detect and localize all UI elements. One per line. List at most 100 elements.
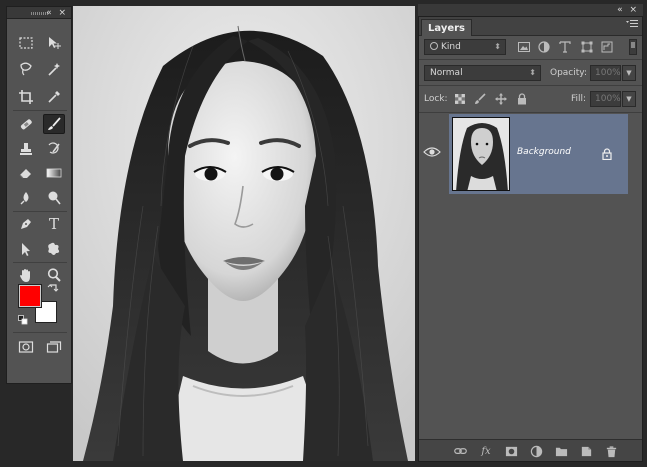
filter-smart-objects-button[interactable]	[600, 40, 614, 54]
move-icon	[495, 93, 507, 105]
layers-panel-controls[interactable]: « ×	[617, 4, 639, 16]
clone-stamp-tool[interactable]	[15, 139, 37, 159]
move-tool[interactable]	[43, 33, 65, 53]
screen-mode-button[interactable]	[43, 337, 65, 357]
tab-layers[interactable]: Layers	[421, 19, 472, 36]
zoom-tool[interactable]	[43, 265, 65, 285]
crop-icon	[19, 90, 33, 104]
shape-icon	[48, 242, 60, 255]
tool-group-divider	[13, 211, 67, 212]
fill-dropdown-button[interactable]: ▼	[622, 91, 636, 107]
path-selection-tool[interactable]	[15, 239, 37, 259]
search-icon	[430, 42, 438, 50]
close-icon[interactable]: ×	[58, 8, 68, 18]
gradient-tool[interactable]	[43, 163, 65, 183]
blur-tool[interactable]	[15, 188, 37, 208]
opacity-dropdown-button[interactable]: ▼	[622, 65, 636, 81]
history-brush-icon	[48, 142, 60, 154]
adjustment-icon	[530, 445, 542, 457]
pen-icon	[21, 219, 31, 229]
layer-name[interactable]: Background	[517, 147, 571, 157]
filter-pixel-layers-button[interactable]	[517, 40, 531, 54]
select-arrow-icon: ⬍	[529, 68, 536, 77]
tools-panel-titlebar[interactable]: « ×	[7, 7, 71, 19]
foreground-color-swatch[interactable]	[18, 284, 42, 308]
new-layer-icon	[581, 446, 591, 456]
new-layer-button[interactable]	[579, 444, 593, 458]
fill-field[interactable]: 100%	[590, 91, 621, 107]
default-colors-icon[interactable]	[18, 315, 28, 325]
lock-all-button[interactable]	[515, 92, 529, 106]
blur-icon	[20, 192, 29, 205]
marquee-icon	[19, 37, 33, 49]
gradient-icon	[46, 168, 62, 178]
lock-icon	[602, 148, 612, 160]
select-arrow-icon: ⬍	[494, 42, 501, 51]
eraser-tool[interactable]	[15, 163, 37, 183]
divider-line	[419, 112, 642, 113]
add-layer-mask-button[interactable]	[504, 444, 518, 458]
layers-panel: Layers Kind ⬍ Normal ⬍ Opacity: 100% ▼ L…	[418, 16, 643, 462]
lock-transparent-pixels-button[interactable]	[453, 92, 467, 106]
spot-healing-tool[interactable]	[15, 114, 37, 134]
stamp-icon	[20, 143, 32, 155]
filter-toggle-switch[interactable]	[629, 39, 637, 55]
dodge-tool[interactable]	[43, 188, 65, 208]
delete-layer-button[interactable]	[604, 444, 618, 458]
rectangular-marquee-tool[interactable]	[15, 33, 37, 53]
trash-icon	[606, 445, 616, 457]
history-brush-tool[interactable]	[43, 139, 65, 159]
link-layers-button[interactable]	[453, 444, 467, 458]
pen-tool[interactable]	[15, 214, 37, 234]
collapse-icon[interactable]: «	[617, 5, 625, 15]
dodge-icon	[48, 191, 61, 205]
thumbnail-image	[453, 118, 509, 190]
new-group-button[interactable]	[554, 444, 568, 458]
crop-tool[interactable]	[15, 87, 37, 107]
opacity-field[interactable]: 100%	[590, 65, 621, 81]
eye-icon[interactable]	[423, 145, 441, 159]
document-canvas[interactable]	[73, 6, 415, 461]
fill-label: Fill:	[571, 94, 587, 104]
filter-shape-layers-button[interactable]	[580, 40, 594, 54]
screen-mode-icon	[46, 341, 62, 353]
fx-icon: fx	[481, 445, 491, 457]
layers-panel-footer: fx	[419, 439, 642, 461]
move-icon	[49, 37, 61, 49]
bandage-icon	[20, 119, 32, 130]
brush-icon	[48, 117, 61, 130]
filter-adjustment-layers-button[interactable]	[537, 40, 551, 54]
custom-shape-tool[interactable]	[43, 239, 65, 259]
link-icon	[453, 447, 467, 454]
tools-panel: « × T	[6, 6, 72, 384]
adjustment-icon	[538, 41, 550, 53]
tools-panel-controls[interactable]: « ×	[46, 7, 68, 19]
layers-panel-dock-bar[interactable]: « ×	[418, 4, 643, 16]
panel-menu-icon[interactable]	[626, 20, 638, 30]
swap-colors-icon[interactable]	[47, 283, 59, 295]
hand-tool[interactable]	[15, 265, 37, 285]
eraser-icon	[19, 169, 31, 179]
brush-icon	[475, 93, 486, 104]
smart-object-icon	[601, 41, 613, 53]
zoom-icon	[47, 268, 61, 282]
lock-label: Lock:	[424, 94, 448, 104]
quick-mask-button[interactable]	[15, 337, 37, 357]
lock-position-button[interactable]	[494, 92, 508, 106]
close-icon[interactable]: ×	[629, 5, 639, 15]
type-tool[interactable]: T	[43, 214, 65, 234]
magic-wand-tool[interactable]	[43, 59, 65, 79]
blend-mode-select[interactable]: Normal ⬍	[424, 65, 541, 81]
filter-type-layers-button[interactable]	[558, 40, 572, 54]
lock-image-pixels-button[interactable]	[473, 92, 487, 106]
add-layer-style-button[interactable]: fx	[479, 444, 493, 458]
brush-tool[interactable]	[43, 114, 65, 134]
filter-kind-select[interactable]: Kind ⬍	[424, 39, 506, 55]
type-icon: T	[48, 215, 59, 233]
eyedropper-tool[interactable]	[43, 87, 65, 107]
new-adjustment-layer-button[interactable]	[529, 444, 543, 458]
filter-kind-label: Kind	[441, 42, 461, 52]
collapse-icon[interactable]: «	[46, 8, 54, 18]
lasso-tool[interactable]	[15, 59, 37, 79]
image-icon	[518, 42, 530, 52]
